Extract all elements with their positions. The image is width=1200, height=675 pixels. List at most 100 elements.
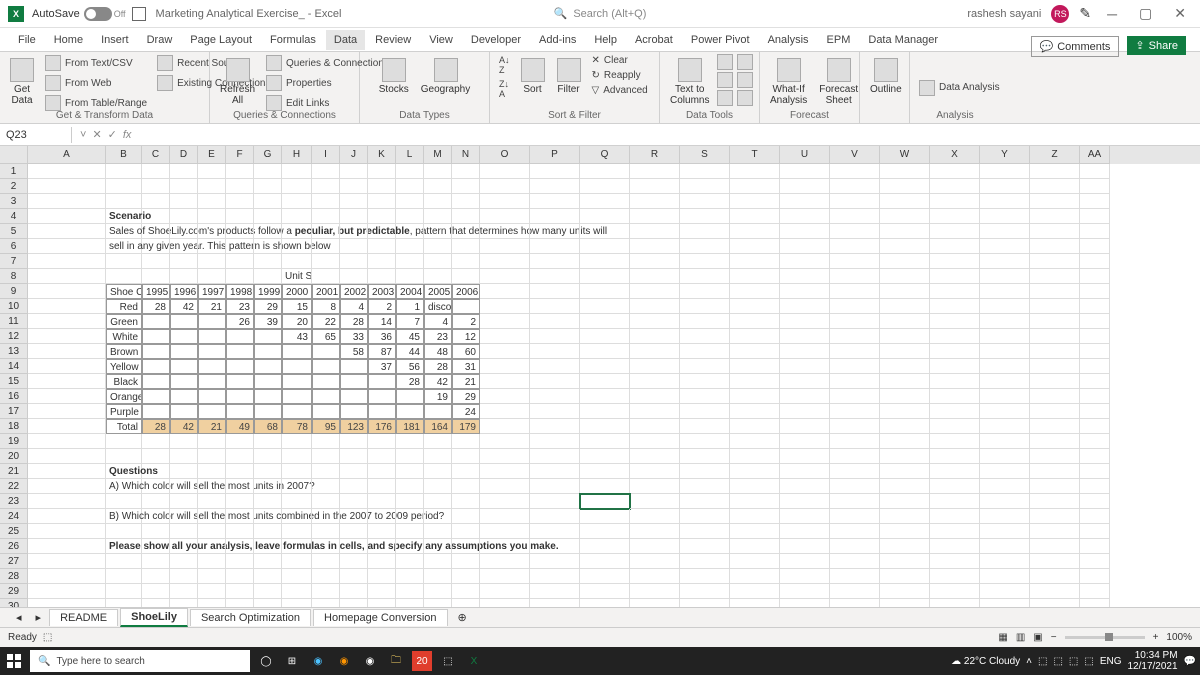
cell-W10[interactable]: [880, 299, 930, 314]
cell-W12[interactable]: [880, 329, 930, 344]
row-header-16[interactable]: 16: [0, 389, 28, 404]
cell-N22[interactable]: [452, 479, 480, 494]
cell-M29[interactable]: [424, 584, 452, 599]
cell-J27[interactable]: [340, 554, 368, 569]
cell-V26[interactable]: [830, 539, 880, 554]
cell-T27[interactable]: [730, 554, 780, 569]
cell-B11[interactable]: Green: [106, 314, 142, 329]
cell-R6[interactable]: [630, 239, 680, 254]
col-header-E[interactable]: E: [198, 146, 226, 164]
cell-X5[interactable]: [930, 224, 980, 239]
cell-X1[interactable]: [930, 164, 980, 179]
cell-N1[interactable]: [452, 164, 480, 179]
col-header-B[interactable]: B: [106, 146, 142, 164]
cell-A19[interactable]: [28, 434, 106, 449]
col-header-AA[interactable]: AA: [1080, 146, 1110, 164]
cell-Y15[interactable]: [980, 374, 1030, 389]
cell-Y11[interactable]: [980, 314, 1030, 329]
cell-B7[interactable]: [106, 254, 142, 269]
cell-W28[interactable]: [880, 569, 930, 584]
cell-N26[interactable]: [452, 539, 480, 554]
cell-U10[interactable]: [780, 299, 830, 314]
cell-L1[interactable]: [396, 164, 424, 179]
cell-F1[interactable]: [226, 164, 254, 179]
cell-G28[interactable]: [254, 569, 282, 584]
cell-M3[interactable]: [424, 194, 452, 209]
cell-O28[interactable]: [480, 569, 530, 584]
cell-U5[interactable]: [780, 224, 830, 239]
cell-W23[interactable]: [880, 494, 930, 509]
cell-L21[interactable]: [396, 464, 424, 479]
cell-J5[interactable]: [340, 224, 368, 239]
cell-I22[interactable]: [312, 479, 340, 494]
cell-S28[interactable]: [680, 569, 730, 584]
cell-I28[interactable]: [312, 569, 340, 584]
tray-icon-3[interactable]: ⬚: [1069, 656, 1078, 667]
cell-Y23[interactable]: [980, 494, 1030, 509]
cell-E30[interactable]: [198, 599, 226, 607]
cell-W3[interactable]: [880, 194, 930, 209]
cell-I24[interactable]: [312, 509, 340, 524]
cell-P24[interactable]: [530, 509, 580, 524]
cell-N17[interactable]: 24: [452, 404, 480, 419]
cell-O26[interactable]: [480, 539, 530, 554]
cell-H7[interactable]: [282, 254, 312, 269]
cell-F29[interactable]: [226, 584, 254, 599]
cell-L2[interactable]: [396, 179, 424, 194]
cell-G26[interactable]: [254, 539, 282, 554]
cell-B22[interactable]: A) Which color will sell the most units …: [106, 479, 142, 494]
cell-AA27[interactable]: [1080, 554, 1110, 569]
cell-Y27[interactable]: [980, 554, 1030, 569]
cell-U6[interactable]: [780, 239, 830, 254]
share-button[interactable]: ⇪Share: [1127, 36, 1186, 55]
tab-datamanager[interactable]: Data Manager: [860, 30, 946, 50]
cell-J10[interactable]: 4: [340, 299, 368, 314]
accept-formula-icon[interactable]: ✓: [108, 128, 117, 141]
cell-T19[interactable]: [730, 434, 780, 449]
cell-Z6[interactable]: [1030, 239, 1080, 254]
cell-F9[interactable]: 1998: [226, 284, 254, 299]
cell-A9[interactable]: [28, 284, 106, 299]
col-header-K[interactable]: K: [368, 146, 396, 164]
cell-X30[interactable]: [930, 599, 980, 607]
cell-W19[interactable]: [880, 434, 930, 449]
cell-X16[interactable]: [930, 389, 980, 404]
cell-S30[interactable]: [680, 599, 730, 607]
cell-T4[interactable]: [730, 209, 780, 224]
cell-A21[interactable]: [28, 464, 106, 479]
cell-S10[interactable]: [680, 299, 730, 314]
cell-M22[interactable]: [424, 479, 452, 494]
cell-T18[interactable]: [730, 419, 780, 434]
cell-F20[interactable]: [226, 449, 254, 464]
cell-I29[interactable]: [312, 584, 340, 599]
cell-G23[interactable]: [254, 494, 282, 509]
cell-N5[interactable]: [452, 224, 480, 239]
cell-U16[interactable]: [780, 389, 830, 404]
cell-M5[interactable]: [424, 224, 452, 239]
cell-T21[interactable]: [730, 464, 780, 479]
cell-D24[interactable]: [170, 509, 198, 524]
cell-X8[interactable]: [930, 269, 980, 284]
cell-O13[interactable]: [480, 344, 530, 359]
cell-K13[interactable]: 87: [368, 344, 396, 359]
cell-R29[interactable]: [630, 584, 680, 599]
cell-W1[interactable]: [880, 164, 930, 179]
cell-Y7[interactable]: [980, 254, 1030, 269]
firefox-icon[interactable]: ◉: [334, 651, 354, 671]
cell-F16[interactable]: [226, 389, 254, 404]
cell-J3[interactable]: [340, 194, 368, 209]
cell-F26[interactable]: [226, 539, 254, 554]
cell-R7[interactable]: [630, 254, 680, 269]
cell-P2[interactable]: [530, 179, 580, 194]
cell-I14[interactable]: [312, 359, 340, 374]
cell-G29[interactable]: [254, 584, 282, 599]
cell-L18[interactable]: 181: [396, 419, 424, 434]
cell-A13[interactable]: [28, 344, 106, 359]
cell-X10[interactable]: [930, 299, 980, 314]
cell-Q4[interactable]: [580, 209, 630, 224]
cell-I9[interactable]: 2001: [312, 284, 340, 299]
cell-K26[interactable]: [368, 539, 396, 554]
from-web[interactable]: From Web: [42, 74, 150, 92]
cell-W11[interactable]: [880, 314, 930, 329]
cell-J2[interactable]: [340, 179, 368, 194]
